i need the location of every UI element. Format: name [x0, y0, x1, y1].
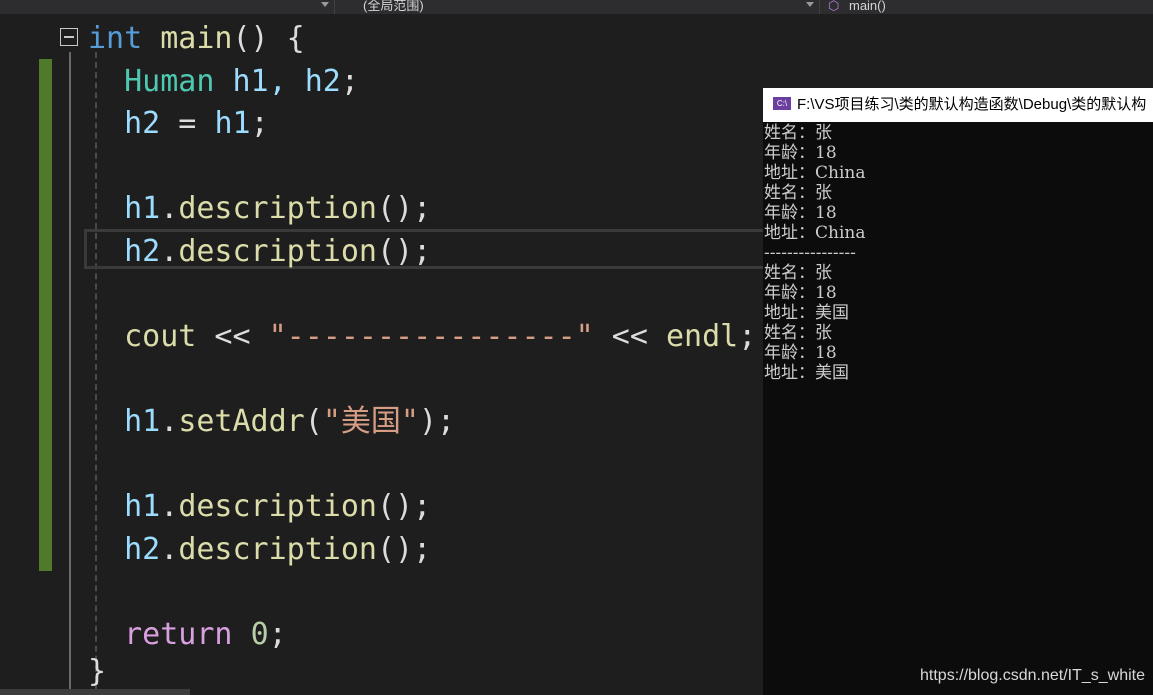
console-line: 年龄：18: [764, 343, 837, 363]
punct-token: );: [418, 404, 456, 439]
function-cube-icon: ⬡: [828, 0, 840, 13]
variable-token: h2: [124, 532, 161, 567]
console-title: F:\VS项目练习\类的默认构造函数\Debug\类的默认构: [797, 96, 1147, 113]
code-line-6[interactable]: cout << "----------------" << endl;: [88, 317, 756, 357]
punct-token: ();: [377, 234, 432, 269]
function-token: description: [178, 489, 377, 524]
code-line-4[interactable]: h1.description();: [88, 189, 431, 229]
function-token: main: [160, 21, 233, 56]
punct-token: .: [160, 404, 179, 439]
variable-token: h1, h2: [214, 64, 341, 99]
variable-token: h1: [124, 191, 161, 226]
keyword-token: int: [88, 21, 143, 56]
console-line: 地址：美国: [764, 303, 849, 323]
code-line-11[interactable]: }: [88, 652, 106, 692]
nav-separator: [334, 0, 335, 14]
code-line-10[interactable]: return 0;: [88, 615, 287, 655]
brace-token: }: [88, 654, 107, 689]
operator-token: <<: [593, 319, 666, 354]
console-line: 年龄：18: [764, 203, 837, 223]
punct-token: ();: [377, 532, 432, 567]
variable-token: h1: [124, 404, 161, 439]
navigation-bar: (全局范围) ⬡ main(): [0, 0, 1153, 14]
variable-token: h2: [124, 106, 161, 141]
punct-token: ();: [377, 489, 432, 524]
indent-guide: [95, 52, 97, 692]
status-strip: [0, 689, 190, 695]
function-token: setAddr: [178, 404, 305, 439]
console-line: ----------------: [764, 243, 856, 263]
function-token: cout: [124, 319, 197, 354]
variable-token: h1: [214, 106, 251, 141]
console-output: 姓名：张 年龄：18 地址：China 姓名：张 年龄：18 地址：China …: [764, 123, 865, 383]
collapse-toggle-icon[interactable]: [60, 28, 78, 46]
watermark-text: https://blog.csdn.net/IT_s_white: [920, 667, 1146, 684]
code-line-1[interactable]: int main() {: [88, 19, 305, 59]
operator-token: <<: [196, 319, 269, 354]
code-line-2[interactable]: Human h1, h2;: [88, 62, 359, 102]
number-token: 0: [250, 617, 269, 652]
console-title-bar[interactable]: C:\ F:\VS项目练习\类的默认构造函数\Debug\类的默认构: [763, 88, 1153, 122]
punct-token: ;: [268, 617, 287, 652]
punct-token: .: [160, 532, 179, 567]
console-line: 姓名：张: [764, 183, 832, 203]
function-token: description: [178, 532, 377, 567]
string-token: "美国": [322, 404, 419, 439]
function-dropdown-label: main(): [848, 0, 886, 13]
variable-token: h1: [124, 489, 161, 524]
project-dropdown-arrow-icon[interactable]: [321, 2, 329, 7]
variable-token: h2: [124, 234, 161, 269]
console-line: 姓名：张: [764, 263, 832, 283]
console-line: 年龄：18: [764, 143, 837, 163]
punct-token: (: [304, 404, 323, 439]
console-line: 地址：美国: [764, 363, 849, 383]
code-line-7[interactable]: h1.setAddr("美国");: [88, 402, 455, 442]
fold-region-line: [69, 52, 71, 692]
punct-token: .: [160, 489, 179, 524]
code-line-9[interactable]: h2.description();: [88, 530, 431, 570]
keyword-token: return: [124, 617, 233, 652]
type-token: Human: [124, 64, 215, 99]
console-line: 姓名：张: [764, 123, 832, 143]
punct-token: ;: [250, 106, 269, 141]
code-line-3[interactable]: h2 = h1;: [88, 104, 269, 144]
function-token: endl: [665, 319, 739, 354]
punct-token: ();: [377, 191, 432, 226]
console-window[interactable]: C:\ F:\VS项目练习\类的默认构造函数\Debug\类的默认构 姓名：张 …: [763, 88, 1153, 695]
console-line: 地址：China: [764, 163, 866, 183]
console-line: 年龄：18: [764, 283, 837, 303]
punct-token: ;: [340, 64, 359, 99]
scope-dropdown-label: (全局范围): [363, 0, 424, 13]
string-token: "----------------": [268, 319, 594, 354]
punct-token: .: [160, 191, 179, 226]
operator-token: =: [160, 106, 215, 141]
scope-dropdown[interactable]: (全局范围): [363, 0, 783, 14]
punct-token: ;: [738, 319, 757, 354]
code-line-8[interactable]: h1.description();: [88, 487, 431, 527]
scope-dropdown-arrow-icon[interactable]: [806, 2, 814, 7]
code-line-5[interactable]: h2.description();: [88, 232, 431, 272]
console-app-icon: C:\: [773, 97, 791, 110]
nav-separator: [819, 0, 820, 14]
change-tracking-bar: [39, 59, 52, 571]
console-line: 地址：China: [764, 223, 866, 243]
punct-token: .: [160, 234, 179, 269]
function-token: description: [178, 191, 377, 226]
console-line: 姓名：张: [764, 323, 832, 343]
function-dropdown[interactable]: ⬡ main(): [828, 0, 1128, 14]
punct-token: () {: [232, 21, 305, 56]
function-token: description: [178, 234, 377, 269]
